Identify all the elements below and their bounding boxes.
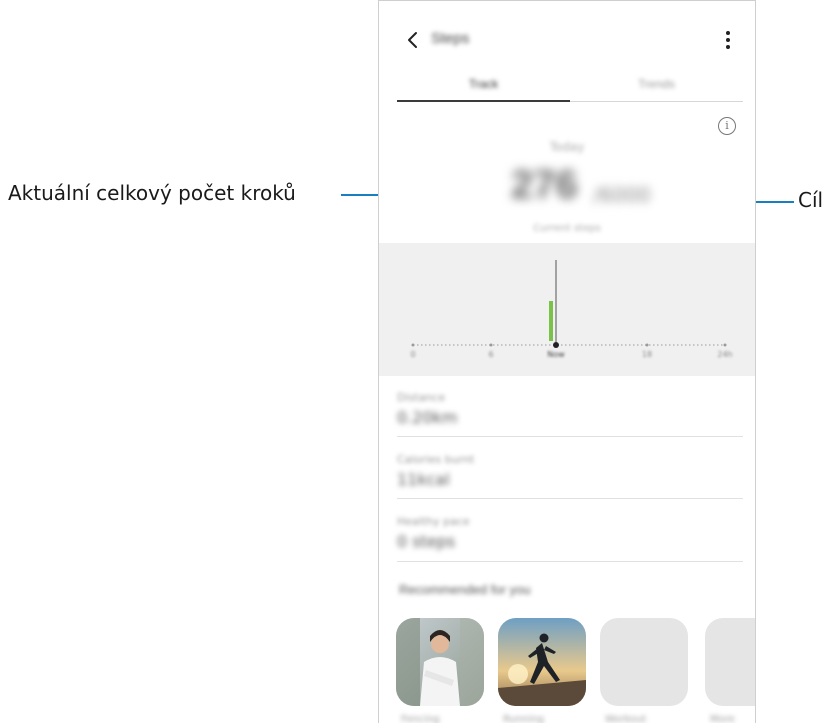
card-caption: More [710,714,735,723]
total-steps-count: 276 [511,163,578,207]
tab-bar: Track Trends [397,70,743,104]
chart-tick-6 [489,343,493,347]
running-photo-image [498,618,586,706]
tab-track[interactable]: Track [397,70,570,104]
back-arrow-icon[interactable] [401,26,425,54]
chart-tick-label: 6 [488,350,493,359]
steps-goal: /6000 [593,183,651,207]
recommended-card-running[interactable] [498,618,586,706]
chart-tick-24 [723,343,727,347]
chart-tick-label: 0 [410,350,415,359]
stat-value: 11kcal [397,470,450,489]
more-options-icon[interactable] [723,28,733,52]
tab-divider [570,101,743,102]
stat-divider [397,561,743,562]
stat-divider [397,436,743,437]
stat-value: 0.20km [397,408,458,427]
stat-healthy-pace: Healthy pace 0 steps [397,515,743,551]
recommended-card-fencing[interactable] [396,618,484,706]
callout-goal-label: Cíl [798,188,824,212]
stat-distance: Distance 0.20km [397,391,743,427]
stat-calories: Calories burnt 11kcal [397,453,743,489]
chart-bar [549,301,553,341]
chart-tick-18 [645,343,649,347]
current-time-dot [553,342,559,348]
stat-value: 0 steps [397,532,456,551]
recommended-title: Recommended for you [399,582,531,597]
steps-sub-label: Current steps [533,223,601,234]
app-bar: Steps [379,24,755,60]
card-caption: Fencing [401,714,440,723]
stat-label: Healthy pace [397,515,470,528]
fencing-photo-image [396,618,484,706]
steps-chart-svg: 0 6 Now 18 24h [410,260,733,359]
tab-trends[interactable]: Trends [570,70,743,104]
chart-tick-0 [411,343,415,347]
steps-chart: 0 6 Now 18 24h [379,243,755,376]
phone-screen: Steps Track Trends i Today 276 /6000 Cur… [378,0,756,723]
recommended-card-placeholder[interactable] [705,618,755,706]
chart-tick-label: 18 [642,350,652,359]
recommended-card-placeholder[interactable] [600,618,688,706]
card-caption: Workout [605,714,647,723]
stat-label: Calories burnt [397,453,475,466]
chart-tick-label: Now [547,350,565,359]
page-title: Steps [431,30,470,47]
stat-divider [397,498,743,499]
callout-total-steps-label: Aktuální celkový počet kroků [8,181,296,205]
info-icon[interactable]: i [718,117,736,135]
screen-top-border [379,0,755,1]
chart-tick-label: 24h [717,350,732,359]
stat-label: Distance [397,391,446,404]
today-label: Today [549,140,585,154]
card-caption: Running [503,714,544,723]
active-tab-indicator [397,100,570,102]
